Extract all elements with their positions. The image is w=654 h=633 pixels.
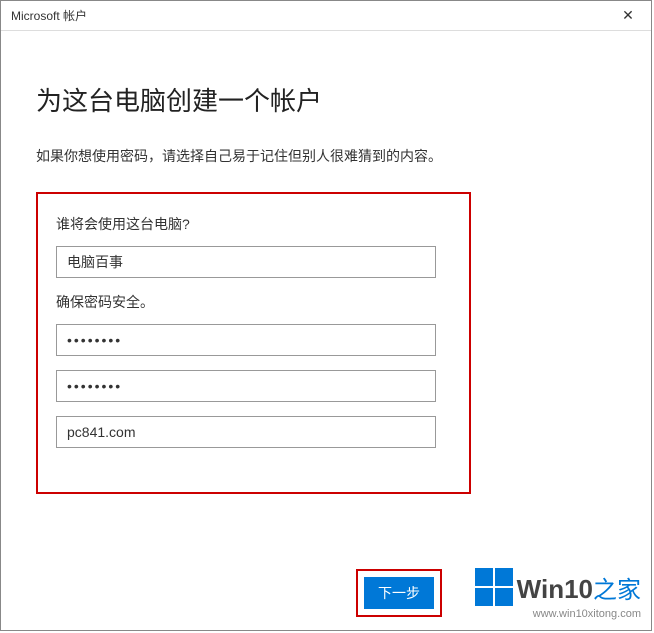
- close-button[interactable]: ✕: [605, 1, 651, 31]
- watermark: Win10 之家 www.win10xitong.com: [475, 568, 641, 620]
- watermark-brand: Win10 之家: [517, 570, 641, 605]
- secure-label: 确保密码安全。: [56, 292, 451, 312]
- form-highlight-box: 谁将会使用这台电脑? 确保密码安全。: [36, 192, 471, 494]
- page-title: 为这台电脑创建一个帐户: [36, 81, 616, 118]
- password-input[interactable]: [56, 324, 436, 356]
- page-subtitle: 如果你想使用密码，请选择自己易于记住但别人很难猜到的内容。: [36, 146, 616, 166]
- next-button-highlight: 下一步: [356, 569, 442, 617]
- next-button[interactable]: 下一步: [364, 577, 434, 609]
- window-title: Microsoft 帐户: [11, 7, 87, 24]
- titlebar: Microsoft 帐户 ✕: [1, 1, 651, 31]
- watermark-logo-row: Win10 之家: [475, 568, 641, 606]
- password-confirm-input[interactable]: [56, 370, 436, 402]
- windows-logo-icon: [475, 568, 513, 606]
- password-hint-input[interactable]: [56, 416, 436, 448]
- username-input[interactable]: [56, 246, 436, 278]
- account-dialog: Microsoft 帐户 ✕ 为这台电脑创建一个帐户 如果你想使用密码，请选择自…: [0, 0, 652, 631]
- who-label: 谁将会使用这台电脑?: [56, 214, 451, 234]
- close-icon: ✕: [622, 7, 634, 24]
- content-area: 为这台电脑创建一个帐户 如果你想使用密码，请选择自己易于记住但别人很难猜到的内容…: [1, 31, 651, 494]
- watermark-url: www.win10xitong.com: [475, 608, 641, 620]
